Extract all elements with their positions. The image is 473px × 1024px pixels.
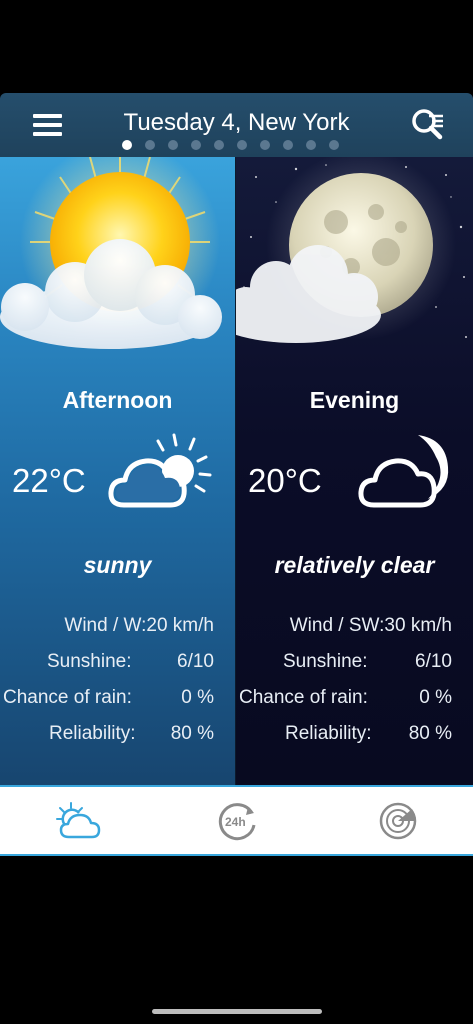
nav-24h-forecast-button[interactable]: 24h	[214, 799, 262, 843]
sunshine-value: 6/10	[177, 651, 214, 672]
temperature: 22°C	[12, 462, 86, 499]
forecast-24h-icon: 24h	[218, 803, 256, 841]
bottom-nav: 24h	[0, 785, 473, 856]
menu-icon-bar	[33, 132, 62, 136]
reliability-value: 80 %	[408, 723, 452, 744]
evening-panel[interactable]: Evening 20°C relatively clear Wind / SW:…	[236, 157, 473, 785]
menu-button[interactable]	[30, 111, 66, 141]
rain-value: 0 %	[181, 687, 214, 708]
home-indicator[interactable]	[152, 1009, 322, 1014]
page-indicator[interactable]	[122, 140, 339, 152]
rain-value: 0 %	[419, 687, 452, 708]
page-dot[interactable]	[283, 140, 293, 150]
rain-row: Chance of rain: 0 %	[236, 687, 473, 713]
reliability-label: Reliability:	[285, 723, 372, 744]
reliability-value: 80 %	[170, 723, 214, 744]
nav-radar-button[interactable]	[374, 799, 422, 843]
reliability-row: Reliability: 80 %	[236, 723, 473, 749]
condition-description: sunny	[83, 552, 152, 578]
radar-icon	[379, 802, 417, 840]
nav-weather-button[interactable]	[55, 799, 103, 843]
wind-row: Wind / W:20 km/h	[0, 615, 235, 641]
svg-text:24h: 24h	[225, 815, 246, 829]
period-label: Afternoon	[62, 387, 173, 413]
search-button[interactable]	[409, 107, 445, 143]
page-dot[interactable]	[237, 140, 247, 150]
temperature: 20°C	[248, 462, 322, 499]
sunshine-value: 6/10	[415, 651, 452, 672]
sunshine-row: Sunshine: 6/10	[236, 651, 473, 677]
page-dot[interactable]	[145, 140, 155, 150]
sunshine-row: Sunshine: 6/10	[0, 651, 235, 677]
cloud-moon-icon	[358, 435, 449, 508]
page-dot[interactable]	[214, 140, 224, 150]
period-label: Evening	[309, 387, 400, 413]
wind-row: Wind / SW:30 km/h	[236, 615, 473, 641]
rain-label: Chance of rain:	[3, 687, 132, 708]
sunshine-label: Sunshine:	[283, 651, 368, 672]
wind-text: Wind / W:20 km/h	[64, 615, 214, 636]
moon-with-cloud-icon	[236, 157, 467, 343]
weather-screen: Tuesday 4, New York Afternoon 22°C sunny…	[0, 0, 473, 1024]
wind-text: Wind / SW:30 km/h	[289, 615, 452, 636]
weather-cloud-sun-icon	[56, 802, 101, 839]
cloud-sun-icon	[108, 433, 212, 508]
page-title: Tuesday 4, New York	[123, 109, 350, 136]
afternoon-panel[interactable]: Afternoon 22°C sunny Wind / W:20 km/h Su…	[0, 157, 235, 785]
condition-description: relatively clear	[274, 552, 435, 578]
page-dot[interactable]	[168, 140, 178, 150]
page-dot[interactable]	[191, 140, 201, 150]
page-dot[interactable]	[329, 140, 339, 150]
rain-label: Chance of rain:	[239, 687, 368, 708]
reliability-label: Reliability:	[49, 723, 136, 744]
search-list-icon	[412, 109, 443, 140]
sunshine-label: Sunshine:	[47, 651, 132, 672]
reliability-row: Reliability: 80 %	[0, 723, 235, 749]
rain-row: Chance of rain: 0 %	[0, 687, 235, 713]
page-dot[interactable]	[260, 140, 270, 150]
menu-icon-bar	[33, 114, 62, 118]
page-dot[interactable]	[306, 140, 316, 150]
menu-icon-bar	[33, 123, 62, 127]
sun-with-cloud-icon	[0, 157, 222, 349]
page-dot[interactable]	[122, 140, 132, 150]
